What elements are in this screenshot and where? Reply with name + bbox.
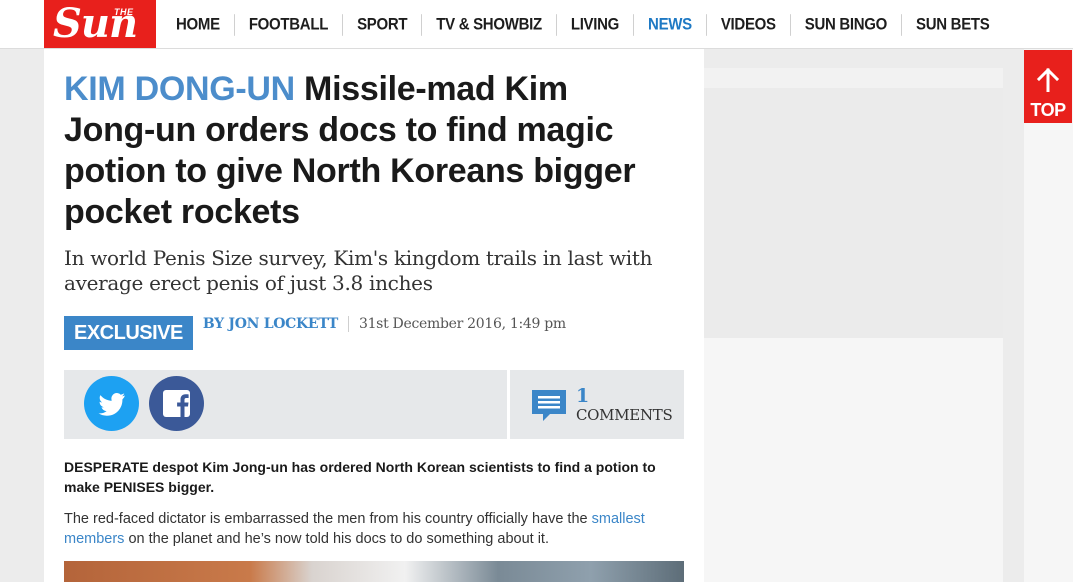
- nav-item-tv-showbiz[interactable]: TV & SHOWBIZ: [422, 13, 557, 36]
- right-gutter: [1024, 49, 1073, 582]
- twitter-icon: [98, 393, 125, 416]
- top-nav-bar: THE Sun HOME FOOTBALL SPORT TV & SHOWBIZ LIV…: [0, 0, 1073, 49]
- nav-item-sun-bingo[interactable]: SUN BINGO: [791, 13, 903, 36]
- nav-item-news[interactable]: NEWS: [634, 13, 707, 36]
- body-text-after-link: on the planet and he’s now told his docs…: [124, 531, 549, 547]
- comments-link[interactable]: 1 COMMENTS: [507, 370, 684, 439]
- sun-logo[interactable]: THE Sun: [44, 0, 156, 48]
- nav-item-videos[interactable]: VIDEOS: [707, 13, 791, 36]
- facebook-icon: [163, 390, 190, 417]
- author-link[interactable]: BY JON LOCKETT: [203, 316, 338, 332]
- nav-item-sport[interactable]: SPORT: [343, 13, 423, 36]
- exclusive-badge: EXCLUSIVE: [64, 316, 193, 350]
- main-nav: HOME FOOTBALL SPORT TV & SHOWBIZ LIVING NEWS V…: [176, 0, 1004, 49]
- article-column: KIM DONG-UN Missile-mad Kim Jong-un orde…: [44, 49, 704, 582]
- twitter-share-button[interactable]: [84, 376, 139, 431]
- article-photo: [64, 561, 684, 582]
- facebook-share-button[interactable]: [149, 376, 204, 431]
- headline-kicker[interactable]: KIM DONG-UN: [64, 70, 295, 108]
- nav-item-sun-bets[interactable]: SUN BETS: [902, 14, 1003, 36]
- sidebar-ad-header: [704, 68, 1003, 88]
- article-body-paragraph: The red-faced dictator is embarrassed th…: [64, 509, 689, 549]
- arrow-up-icon: [1036, 68, 1060, 92]
- body-text-before-link: The red-faced dictator is embarrassed th…: [64, 511, 592, 527]
- comments-label: COMMENTS: [576, 406, 673, 424]
- nav-item-living[interactable]: LIVING: [557, 13, 635, 36]
- back-to-top-label: TOP: [1030, 100, 1066, 120]
- nav-item-home[interactable]: HOME: [176, 13, 235, 36]
- back-to-top-button[interactable]: TOP: [1024, 50, 1072, 123]
- share-bar: 1 COMMENTS: [64, 370, 684, 439]
- sidebar: [704, 68, 1003, 582]
- article-lead-paragraph: DESPERATE despot Kim Jong-un has ordered…: [64, 459, 656, 495]
- byline: EXCLUSIVE BY JON LOCKETT 31st December 2…: [64, 316, 566, 350]
- comment-icon: [532, 390, 566, 421]
- logo-name: Sun: [53, 0, 138, 47]
- sidebar-advert[interactable]: [704, 88, 1003, 338]
- sidebar-ad-footer: [704, 338, 1003, 582]
- article-headline: KIM DONG-UN Missile-mad Kim Jong-un orde…: [64, 69, 664, 233]
- publish-date: 31st December 2016, 1:49 pm: [358, 316, 566, 332]
- nav-item-football[interactable]: FOOTBALL: [235, 13, 344, 36]
- comments-count: 1: [576, 385, 590, 407]
- article-standfirst: In world Penis Size survey, Kim's kingdo…: [64, 246, 653, 295]
- byline-divider: [347, 316, 349, 332]
